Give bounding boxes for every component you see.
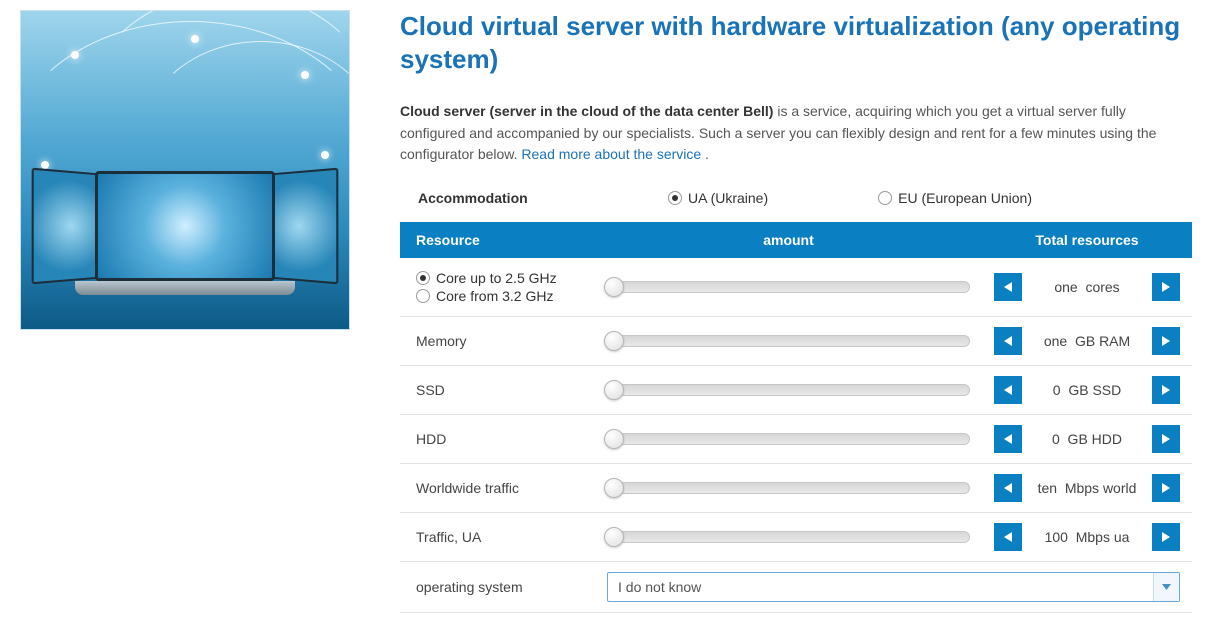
slider-worldwide-traffic[interactable] [607, 482, 970, 494]
radio-label: Core up to 2.5 GHz [436, 270, 557, 286]
increase-traffic-ua-button[interactable] [1152, 523, 1180, 551]
table-row: Memory one GB RAM [400, 317, 1192, 366]
chevron-down-icon [1153, 573, 1179, 601]
radio-icon [416, 271, 430, 285]
desc-tail: . [701, 146, 709, 162]
hero-image [20, 10, 350, 330]
slider-memory[interactable] [607, 335, 970, 347]
radio-icon [416, 289, 430, 303]
accommodation-option-eu[interactable]: EU (European Union) [878, 190, 1032, 206]
resource-label-worldwide-traffic: Worldwide traffic [400, 464, 595, 513]
table-row: SSD 0 GB SSD [400, 366, 1192, 415]
accommodation-option-ua[interactable]: UA (Ukraine) [668, 190, 768, 206]
decrease-cores-button[interactable] [994, 273, 1022, 301]
total-ssd: 0 GB SSD [1032, 382, 1142, 398]
header-amount: amount [595, 222, 982, 258]
accommodation-label: Accommodation [418, 190, 568, 206]
decrease-worldwide-traffic-button[interactable] [994, 474, 1022, 502]
read-more-link[interactable]: Read more about the service [521, 146, 701, 162]
decrease-ssd-button[interactable] [994, 376, 1022, 404]
table-row: operating system I do not know [400, 562, 1192, 613]
slider-handle-icon [604, 277, 624, 297]
total-memory: one GB RAM [1032, 333, 1142, 349]
resource-label-hdd: HDD [400, 415, 595, 464]
resource-label-memory: Memory [400, 317, 595, 366]
slider-handle-icon [604, 478, 624, 498]
increase-memory-button[interactable] [1152, 327, 1180, 355]
slider-hdd[interactable] [607, 433, 970, 445]
total-worldwide-traffic: ten Mbps world [1032, 480, 1142, 496]
core-option-1[interactable]: Core from 3.2 GHz [416, 288, 583, 304]
increase-ssd-button[interactable] [1152, 376, 1180, 404]
increase-worldwide-traffic-button[interactable] [1152, 474, 1180, 502]
decrease-memory-button[interactable] [994, 327, 1022, 355]
decrease-hdd-button[interactable] [994, 425, 1022, 453]
resource-label-traffic-ua: Traffic, UA [400, 513, 595, 562]
slider-handle-icon [604, 380, 624, 400]
total-traffic-ua: 100 Mbps ua [1032, 529, 1142, 545]
table-row: Core up to 2.5 GHz Core from 3.2 GHz one… [400, 258, 1192, 317]
table-row: Worldwide traffic ten Mbps world [400, 464, 1192, 513]
header-total: Total resources [982, 222, 1192, 258]
resource-label-os: operating system [400, 562, 595, 613]
os-select[interactable]: I do not know [607, 572, 1180, 602]
radio-icon [668, 191, 682, 205]
radio-label: UA (Ukraine) [688, 190, 768, 206]
accommodation-row: Accommodation UA (Ukraine) EU (European … [400, 184, 1192, 222]
increase-cores-button[interactable] [1152, 273, 1180, 301]
core-option-0[interactable]: Core up to 2.5 GHz [416, 270, 583, 286]
radio-label: EU (European Union) [898, 190, 1032, 206]
slider-cores[interactable] [607, 281, 970, 293]
radio-icon [878, 191, 892, 205]
resource-label-ssd: SSD [400, 366, 595, 415]
radio-label: Core from 3.2 GHz [436, 288, 553, 304]
increase-hdd-button[interactable] [1152, 425, 1180, 453]
desc-bold: Cloud server (server in the cloud of the… [400, 103, 773, 119]
slider-handle-icon [604, 331, 624, 351]
configurator-table: Resource amount Total resources Core up … [400, 222, 1192, 613]
slider-handle-icon [604, 429, 624, 449]
header-resource: Resource [400, 222, 595, 258]
decrease-traffic-ua-button[interactable] [994, 523, 1022, 551]
total-cores: one cores [1032, 279, 1142, 295]
os-select-value: I do not know [608, 573, 1153, 601]
service-description: Cloud server (server in the cloud of the… [400, 101, 1192, 166]
slider-ssd[interactable] [607, 384, 970, 396]
page-title: Cloud virtual server with hardware virtu… [400, 10, 1192, 75]
total-hdd: 0 GB HDD [1032, 431, 1142, 447]
table-row: HDD 0 GB HDD [400, 415, 1192, 464]
table-row: Traffic, UA 100 Mbps ua [400, 513, 1192, 562]
slider-handle-icon [604, 527, 624, 547]
slider-traffic-ua[interactable] [607, 531, 970, 543]
